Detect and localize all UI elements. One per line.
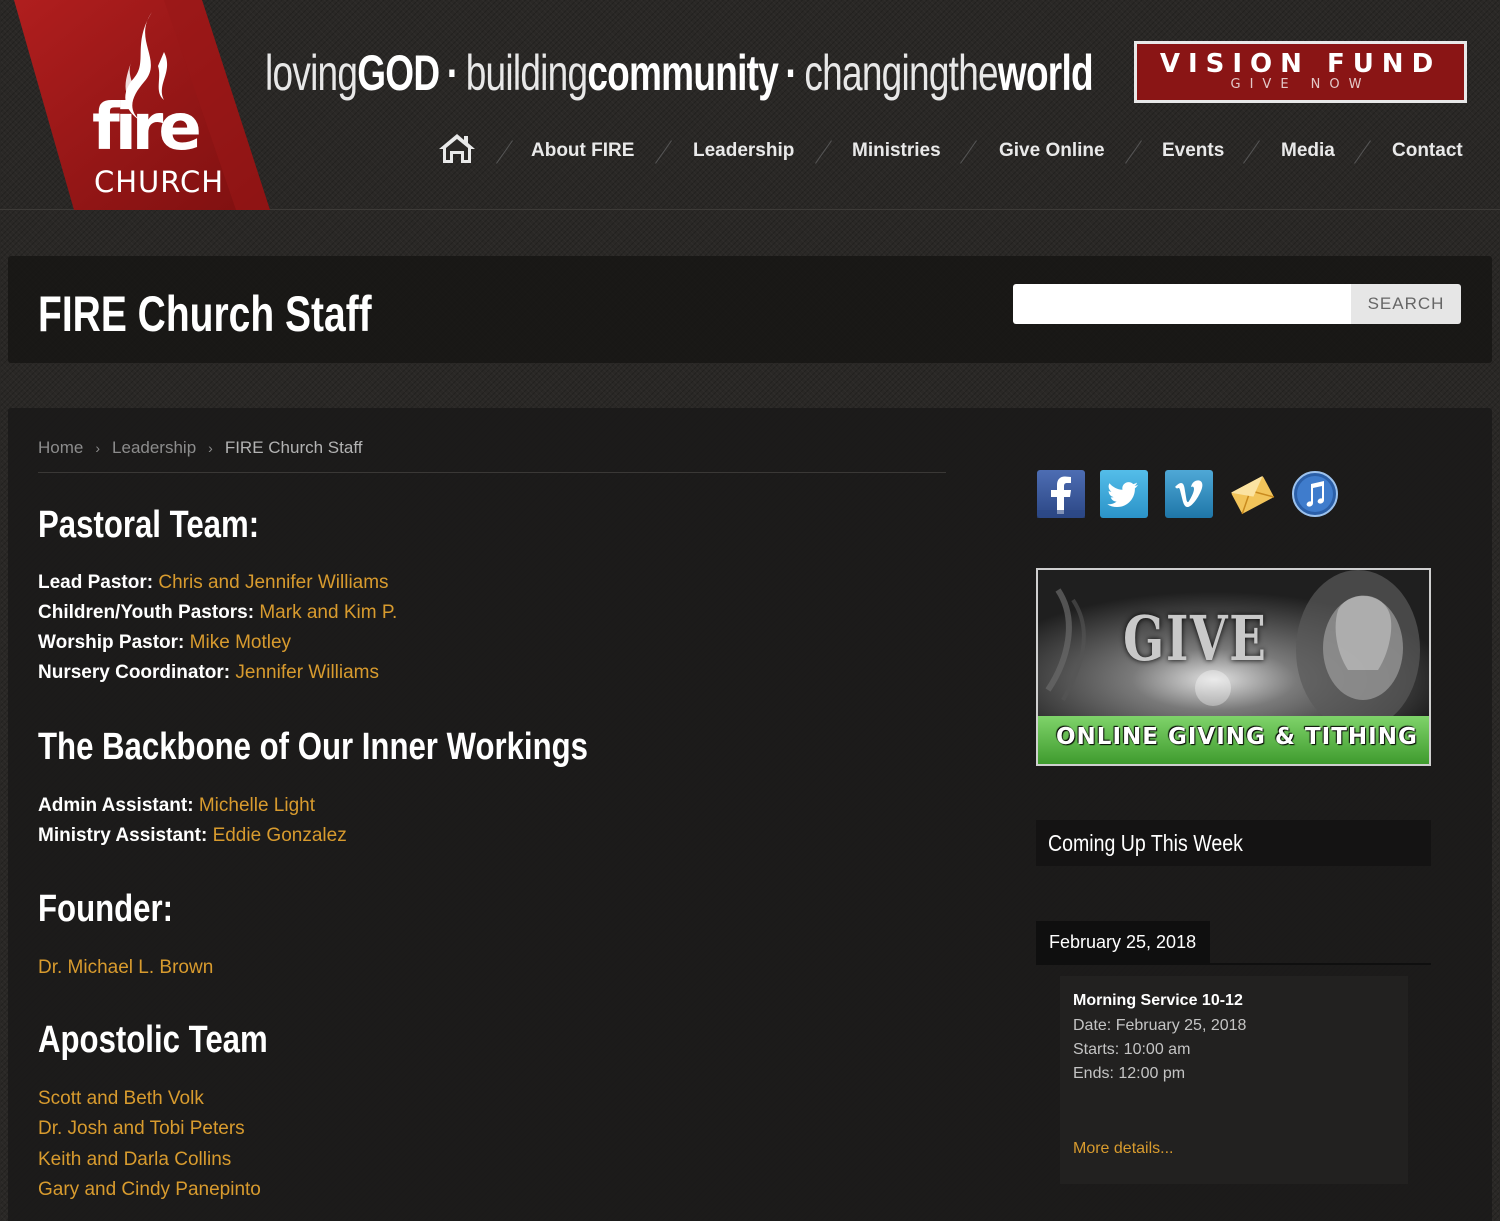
page-title-bar: FIRE Church Staff SEARCH	[8, 256, 1492, 363]
logo-sub: CHURCH	[94, 165, 225, 199]
logo-word: fire	[92, 91, 202, 165]
vision-fund-title: VISION FUND	[1159, 49, 1442, 79]
nav-separator	[1123, 138, 1145, 164]
twitter-icon[interactable]	[1100, 470, 1148, 518]
founder-link[interactable]: Dr. Michael L. Brown	[38, 956, 213, 980]
fire-church-logo[interactable]: fire CHURCH	[14, 0, 270, 210]
tagline-dot: ·	[785, 45, 798, 101]
nav-separator	[494, 138, 516, 164]
staff-name-link[interactable]: Michelle Light	[199, 795, 315, 816]
section-heading-backbone: The Backbone of Our Inner Workings	[38, 726, 588, 768]
nav-item-about-fire[interactable]: About FIRE	[531, 140, 634, 162]
staff-row: Children/Youth Pastors: Mark and Kim P.	[38, 601, 397, 625]
staff-role: Lead Pastor:	[38, 572, 154, 593]
event-more-details-link[interactable]: More details...	[1073, 1140, 1173, 1158]
date-tab-divider	[1036, 963, 1431, 965]
tagline-changingthe: changingthe	[804, 45, 998, 101]
home-icon[interactable]	[437, 131, 477, 165]
event-title[interactable]: Morning Service 10-12	[1073, 992, 1243, 1010]
vision-fund-button[interactable]: VISION FUND GIVE NOW	[1134, 41, 1467, 103]
nav-separator	[958, 138, 980, 164]
event-date-label: February 25, 2018	[1049, 932, 1197, 952]
staff-name-link[interactable]: Mike Motley	[190, 632, 291, 653]
breadcrumb-separator: ›	[208, 440, 213, 456]
nav-item-media[interactable]: Media	[1281, 140, 1335, 162]
breadcrumb-home[interactable]: Home	[38, 438, 83, 457]
main-content: Home › Leadership › FIRE Church Staff Pastor…	[8, 408, 1492, 1221]
staff-name-link[interactable]: Mark and Kim P.	[259, 602, 397, 623]
upcoming-events-header: Coming Up This Week	[1036, 820, 1431, 866]
site-header: fire CHURCH lovingGOD · buildingcommunity ·…	[0, 0, 1500, 210]
search-input[interactable]	[1013, 284, 1351, 324]
give-word: GIVE	[1123, 602, 1268, 675]
staff-role: Nursery Coordinator:	[38, 662, 231, 683]
staff-name-link[interactable]: Chris and Jennifer Williams	[158, 572, 388, 593]
vision-fund-subtitle: GIVE NOW	[1230, 77, 1371, 92]
staff-row: Admin Assistant: Michelle Light	[38, 794, 315, 818]
nav-item-leadership[interactable]: Leadership	[693, 140, 794, 162]
staff-row: Nursery Coordinator: Jennifer Williams	[38, 661, 379, 685]
give-caption: ONLINE GIVING & TITHING	[1056, 724, 1418, 750]
apostolic-member-link[interactable]: Gary and Cindy Panepinto	[38, 1178, 261, 1202]
section-heading-apostolic: Apostolic Team	[38, 1019, 268, 1061]
itunes-icon[interactable]	[1291, 470, 1339, 518]
section-heading-founder: Founder:	[38, 888, 174, 930]
tagline-dot: ·	[446, 45, 459, 101]
page-title: FIRE Church Staff	[38, 286, 372, 342]
event-card: Morning Service 10-12 Date: February 25,…	[1060, 976, 1408, 1184]
nav-item-give-online[interactable]: Give Online	[999, 140, 1105, 162]
staff-role: Ministry Assistant:	[38, 825, 208, 846]
event-end-time: Ends: 12:00 pm	[1073, 1065, 1186, 1082]
section-heading-pastoral: Pastoral Team:	[38, 504, 260, 546]
event-date-tab[interactable]: February 25, 2018	[1036, 921, 1210, 964]
email-icon[interactable]	[1228, 470, 1276, 518]
tagline-world: world	[997, 45, 1094, 101]
staff-row: Worship Pastor: Mike Motley	[38, 631, 291, 655]
staff-row: Ministry Assistant: Eddie Gonzalez	[38, 824, 347, 848]
breadcrumb-divider	[38, 472, 946, 473]
breadcrumb: Home › Leadership › FIRE Church Staff	[38, 438, 362, 458]
tagline-community: community	[587, 45, 779, 101]
nav-separator	[653, 138, 675, 164]
event-start-time: Starts: 10:00 am	[1073, 1041, 1191, 1058]
search-button[interactable]: SEARCH	[1351, 284, 1461, 324]
tagline-god: GOD	[357, 45, 440, 101]
nav-separator	[813, 138, 835, 164]
staff-role: Worship Pastor:	[38, 632, 185, 653]
nav-item-contact[interactable]: Contact	[1392, 140, 1463, 162]
nav-item-ministries[interactable]: Ministries	[852, 140, 941, 162]
staff-name-link[interactable]: Jennifer Williams	[235, 662, 379, 683]
nav-separator	[1241, 138, 1263, 164]
tagline: lovingGOD · buildingcommunity · changingthew…	[265, 44, 1094, 102]
staff-role: Children/Youth Pastors:	[38, 602, 255, 623]
give-caption-bar: ONLINE GIVING & TITHING	[1038, 716, 1429, 764]
staff-row: Lead Pastor: Chris and Jennifer Williams	[38, 571, 389, 595]
nav-item-events[interactable]: Events	[1162, 140, 1224, 162]
apostolic-member-link[interactable]: Keith and Darla Collins	[38, 1148, 231, 1172]
vimeo-icon[interactable]	[1165, 470, 1213, 518]
staff-role: Admin Assistant:	[38, 795, 194, 816]
upcoming-events-title: Coming Up This Week	[1048, 830, 1243, 856]
tagline-loving: loving	[265, 45, 358, 101]
apostolic-member-link[interactable]: Scott and Beth Volk	[38, 1087, 204, 1111]
staff-name-link[interactable]: Eddie Gonzalez	[213, 825, 347, 846]
apostolic-member-link[interactable]: Dr. Josh and Tobi Peters	[38, 1117, 245, 1141]
tagline-building: building	[465, 45, 588, 101]
breadcrumb-separator: ›	[95, 440, 101, 456]
online-giving-banner[interactable]: GIVE ONLINE GIVING & TITHING	[1036, 568, 1431, 766]
facebook-icon[interactable]	[1037, 470, 1085, 518]
breadcrumb-leadership[interactable]: Leadership	[112, 438, 196, 457]
breadcrumb-current: FIRE Church Staff	[224, 438, 363, 457]
event-date: Date: February 25, 2018	[1073, 1017, 1247, 1034]
nav-separator	[1352, 138, 1374, 164]
